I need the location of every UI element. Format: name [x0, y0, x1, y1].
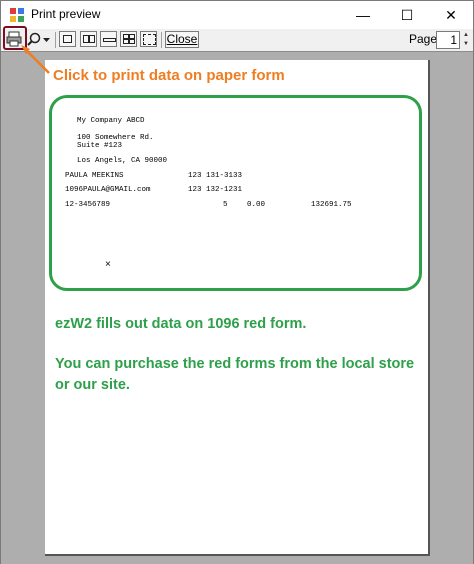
address-line-2: Suite #123: [77, 142, 123, 150]
city-line: Los Angels, CA 90000: [77, 157, 168, 165]
amount-withheld: 0.00: [247, 201, 266, 209]
company-name: My Company ABCD: [77, 117, 145, 125]
print-preview-window: Print preview — ☐ ✕ Close Page 1 ▲ ▼ My …: [0, 0, 474, 564]
amount-total: 132691.75: [311, 201, 352, 209]
phone-number-2: 123 132-1231: [188, 186, 243, 194]
address-line-1: 100 Somewhere Rd.: [77, 134, 154, 142]
employer-id: 12-3456789: [65, 201, 111, 209]
note-line-1: ezW2 fills out data on 1096 red form.: [55, 316, 307, 332]
phone-number-1: 123 131-3133: [188, 172, 243, 180]
email-address: 1096PAULA@GMAIL.com: [65, 186, 151, 194]
checkbox-mark: ×: [105, 259, 111, 270]
note-line-3: or our site.: [55, 377, 130, 393]
preview-area[interactable]: My Company ABCD 100 Somewhere Rd. Suite …: [1, 51, 473, 564]
note-line-2: You can purchase the red forms from the …: [55, 356, 415, 372]
callout-text: Click to print data on paper form: [53, 67, 285, 84]
contact-name: PAULA MEEKINS: [65, 172, 124, 180]
preview-page: My Company ABCD 100 Somewhere Rd. Suite …: [45, 60, 430, 556]
forms-count: 5: [223, 201, 228, 209]
